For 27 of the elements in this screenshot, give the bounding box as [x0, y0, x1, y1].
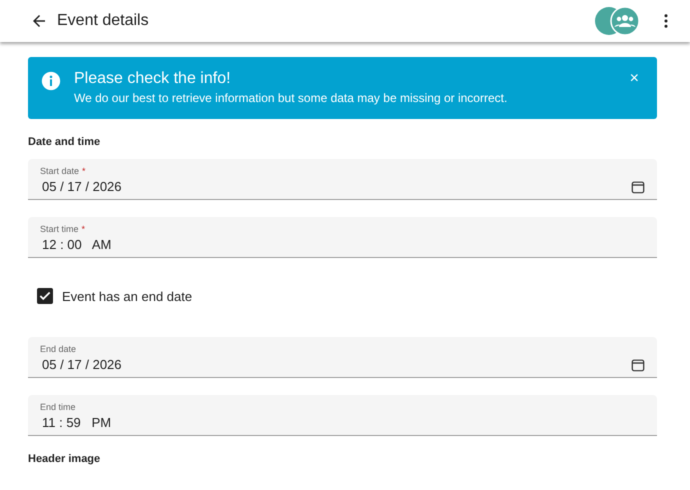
time-field[interactable]: End time 11 : 59 PM [28, 395, 657, 436]
required-asterisk: * [82, 166, 86, 176]
page-title: Event details [57, 12, 149, 30]
section-heading: Date and time [28, 136, 102, 148]
field-value: 05 / 17 / 2026 [42, 179, 122, 194]
date-field[interactable]: End date 05 / 17 / 2026 [28, 337, 657, 378]
more-menu-icon[interactable] [664, 14, 668, 28]
alert-message: We do our best to retrieve information but some data may be missing or incorrect. [74, 91, 508, 105]
checkbox-label: Event has an end date [62, 288, 192, 304]
date-field[interactable]: Start date * 05 / 17 / 2026 [28, 159, 657, 200]
avatar-group-icon[interactable] [594, 6, 640, 36]
calendar-icon[interactable] [631, 180, 645, 194]
alert-title: Please check the info! [74, 70, 232, 88]
field-value: 05 / 17 / 2026 [42, 357, 122, 372]
end-date-checkbox[interactable]: Event has an end date [28, 275, 657, 337]
field-value: 12 : 00 AM [42, 237, 112, 252]
time-field[interactable]: Start time * 12 : 00 AM [28, 217, 657, 258]
info-icon [41, 71, 61, 91]
field-label: Start time [40, 224, 79, 234]
checkbox[interactable] [37, 288, 53, 304]
field-label: End date [40, 344, 76, 354]
section-heading: Header image [28, 453, 102, 465]
field-value: 11 : 59 PM [42, 415, 112, 430]
field-label: Start date [40, 166, 80, 176]
required-asterisk: * [82, 224, 86, 234]
field-label: End time [40, 402, 76, 412]
calendar-icon[interactable] [631, 358, 645, 372]
